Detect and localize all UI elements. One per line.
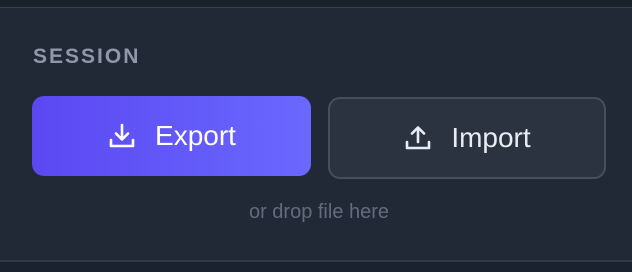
import-button[interactable]: Import	[328, 97, 606, 179]
drop-hint: or drop file here	[248, 201, 390, 223]
top-divider	[0, 0, 632, 8]
section-label: SESSION	[33, 45, 141, 68]
upload-icon	[403, 123, 433, 153]
session-panel-frame: SESSION Export Import or drop file here	[0, 0, 632, 272]
download-icon	[107, 121, 137, 151]
bottom-divider	[0, 260, 632, 272]
export-button[interactable]: Export	[32, 96, 311, 176]
export-button-label: Export	[155, 120, 236, 151]
import-button-label: Import	[451, 122, 531, 153]
